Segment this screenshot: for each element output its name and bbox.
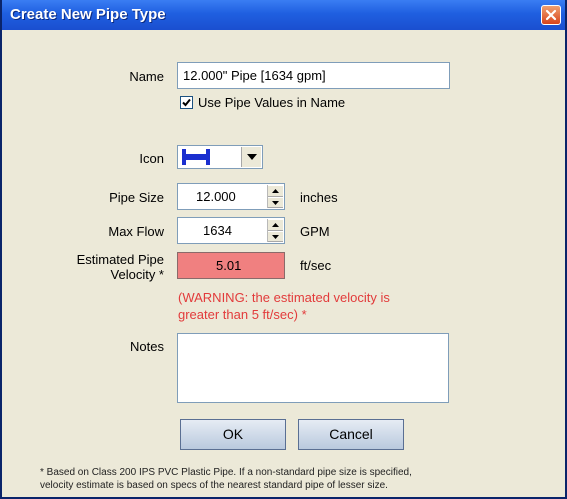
velocity-unit: ft/sec (300, 258, 332, 273)
velocity-label-line1: Estimated Pipe (76, 252, 164, 267)
chevron-down-icon (247, 154, 257, 160)
cancel-button[interactable]: Cancel (298, 419, 404, 450)
pipe-icon (182, 149, 210, 165)
name-field[interactable]: 12.000" Pipe [1634 gpm] (177, 62, 450, 89)
pipe-size-field[interactable]: 12.000 (177, 183, 285, 210)
pipe-size-up-button[interactable] (268, 185, 283, 197)
arrow-down-icon (272, 234, 279, 239)
checkmark-icon (182, 98, 191, 107)
close-icon (545, 9, 557, 21)
use-pipe-values-checkbox[interactable] (180, 96, 193, 109)
dialog-title: Create New Pipe Type (10, 6, 166, 23)
icon-label: Icon (139, 151, 164, 166)
close-button[interactable] (541, 5, 561, 25)
ok-button[interactable]: OK (180, 419, 286, 450)
arrow-up-icon (272, 189, 279, 193)
title-bar[interactable]: Create New Pipe Type (2, 0, 565, 30)
max-flow-unit: GPM (300, 224, 330, 239)
notes-label: Notes (130, 339, 164, 354)
footnote-line1: * Based on Class 200 IPS PVC Plastic Pip… (40, 467, 412, 478)
velocity-value: 5.01 (216, 258, 242, 273)
pipe-size-label: Pipe Size (109, 190, 164, 205)
pipe-size-spinner[interactable] (267, 185, 283, 208)
footnote: * Based on Class 200 IPS PVC Plastic Pip… (40, 466, 565, 492)
name-label: Name (129, 69, 164, 84)
pipe-size-unit: inches (300, 190, 338, 205)
name-value: 12.000" Pipe [1634 gpm] (183, 68, 326, 83)
pipe-size-value: 12.000 (196, 189, 236, 204)
warning-line1: (WARNING: the estimated velocity is (178, 290, 390, 305)
velocity-label-line2: Velocity * (110, 267, 164, 282)
velocity-warning: (WARNING: the estimated velocity is grea… (178, 289, 390, 323)
dropdown-button[interactable] (241, 147, 261, 167)
footnote-line2: velocity estimate is based on specs of t… (40, 480, 388, 491)
arrow-up-icon (272, 223, 279, 227)
arrow-down-icon (272, 200, 279, 205)
max-flow-down-button[interactable] (268, 230, 283, 242)
max-flow-up-button[interactable] (268, 219, 283, 231)
max-flow-field[interactable]: 1634 (177, 217, 285, 244)
create-pipe-type-dialog: Create New Pipe Type Name 12.000" Pipe [… (0, 0, 567, 499)
max-flow-spinner[interactable] (267, 219, 283, 242)
max-flow-value: 1634 (203, 223, 232, 238)
pipe-size-down-button[interactable] (268, 196, 283, 208)
icon-select[interactable] (177, 145, 263, 169)
velocity-label: Estimated Pipe Velocity * (42, 252, 164, 282)
max-flow-label: Max Flow (108, 224, 164, 239)
velocity-field: 5.01 (177, 252, 285, 279)
use-pipe-values-label: Use Pipe Values in Name (198, 95, 346, 110)
notes-textarea[interactable] (177, 333, 449, 403)
warning-line2: greater than 5 ft/sec) * (178, 307, 307, 322)
